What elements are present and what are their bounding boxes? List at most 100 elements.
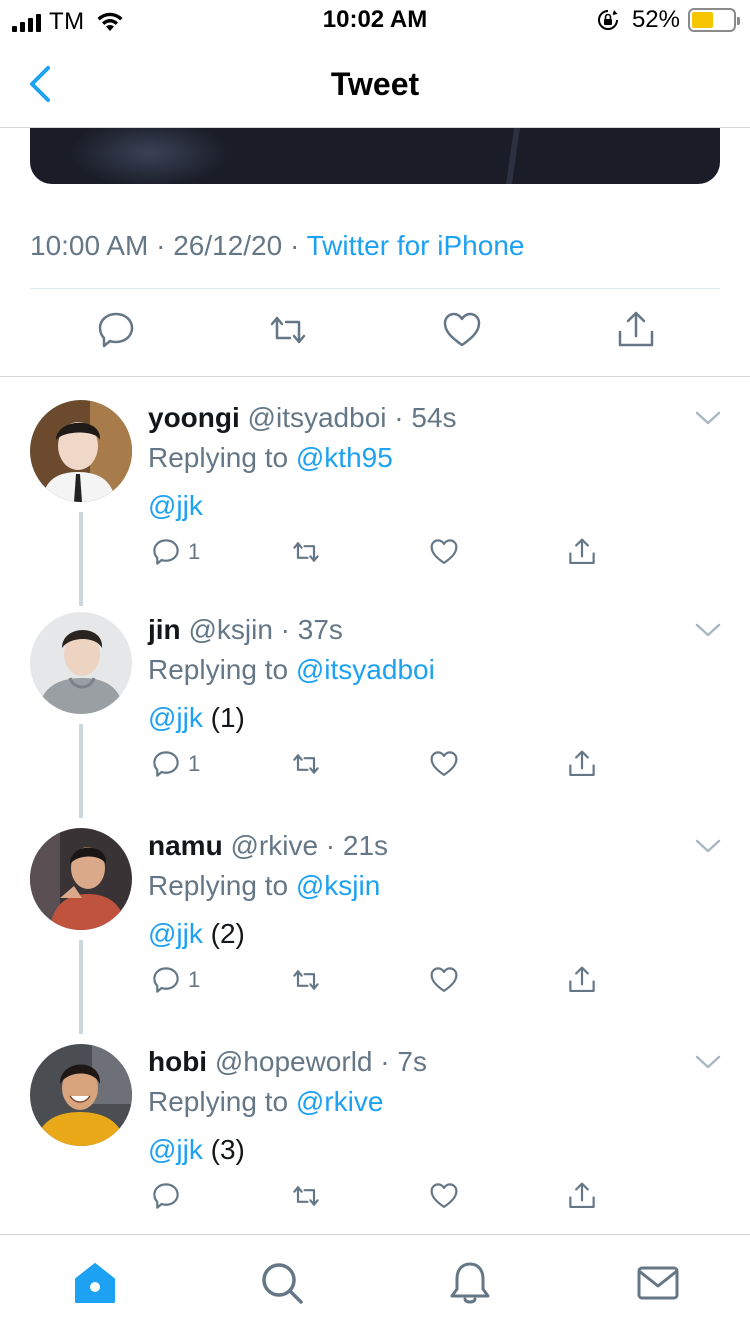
replying-to-link[interactable]: @rkive	[296, 1086, 384, 1117]
status-right: 52%	[596, 6, 740, 34]
like-icon[interactable]	[440, 308, 484, 352]
replying-to-link[interactable]: @ksjin	[296, 870, 380, 901]
share-icon	[569, 750, 595, 776]
battery-icon	[688, 8, 740, 32]
thread-line	[79, 724, 83, 818]
share-button[interactable]	[566, 962, 598, 998]
handle[interactable]: @itsyadboi	[248, 402, 387, 433]
share-button[interactable]	[566, 534, 598, 570]
share-icon[interactable]	[614, 308, 658, 352]
timestamp: 21s	[342, 830, 389, 861]
retweet-icon	[293, 754, 319, 774]
retweet-icon	[293, 970, 319, 990]
avatar[interactable]	[30, 612, 132, 714]
retweet-icon	[293, 1186, 319, 1206]
tweet-date: 26/12/20	[173, 230, 283, 261]
reply-button[interactable]: 1	[150, 746, 200, 782]
orientation-lock-icon	[597, 10, 618, 30]
reply-button[interactable]: 1	[150, 962, 200, 998]
reply-item[interactable]: jin @ksjin · 37s Replying to @itsyadboi …	[0, 612, 750, 828]
reply-item[interactable]: hobi @hopeworld · 7s Replying to @rkive …	[0, 1044, 750, 1260]
share-button[interactable]	[566, 746, 598, 782]
replying-prefix: Replying to	[148, 654, 289, 685]
like-button[interactable]	[428, 962, 460, 998]
reply-header: hobi @hopeworld · 7s	[148, 1046, 427, 1078]
share-icon	[569, 1182, 595, 1208]
reply-button[interactable]	[150, 1178, 188, 1214]
replying-to-link[interactable]: @itsyadboi	[296, 654, 435, 685]
handle[interactable]: @ksjin	[188, 614, 272, 645]
retweet-button[interactable]	[288, 1178, 324, 1214]
tweet-source-link[interactable]: Twitter for iPhone	[307, 230, 525, 261]
replying-prefix: Replying to	[148, 442, 289, 473]
like-icon	[430, 539, 458, 564]
avatar[interactable]	[30, 400, 132, 502]
chevron-down-icon[interactable]	[694, 408, 722, 428]
retweet-icon	[293, 542, 319, 562]
retweet-icon[interactable]	[266, 308, 310, 352]
reply-icon	[153, 1183, 179, 1209]
timestamp: 7s	[397, 1046, 427, 1077]
avatar[interactable]	[30, 1044, 132, 1146]
tweet-meta: 10:00 AM · 26/12/20 · Twitter for iPhone	[30, 230, 524, 262]
display-name[interactable]: yoongi	[148, 402, 240, 433]
handle[interactable]: @rkive	[230, 830, 318, 861]
dot-sep: ·	[386, 402, 412, 433]
battery-fill	[692, 12, 713, 28]
chevron-down-icon[interactable]	[694, 620, 722, 640]
reply-item[interactable]: yoongi @itsyadboi · 54s Replying to @kth…	[0, 400, 750, 616]
thread-line	[79, 512, 83, 606]
tweet-media[interactable]	[30, 128, 720, 184]
like-button[interactable]	[428, 746, 460, 782]
mention-link[interactable]: @jjk	[148, 918, 203, 949]
display-name[interactable]: jin	[148, 614, 181, 645]
messages-icon[interactable]	[634, 1259, 682, 1307]
dot-sep: ·	[272, 614, 298, 645]
reply-text: @jjk (1)	[148, 702, 245, 734]
reply-count: 1	[188, 539, 201, 564]
display-name[interactable]: hobi	[148, 1046, 207, 1077]
share-icon	[569, 538, 595, 564]
nav-bar: Tweet	[0, 40, 750, 128]
page-title: Tweet	[330, 66, 420, 102]
reply-text: @jjk	[148, 490, 203, 522]
reply-count: 1	[188, 751, 201, 776]
replying-to: Replying to @itsyadboi	[148, 654, 435, 686]
notifications-icon[interactable]	[446, 1259, 494, 1307]
mention-link[interactable]: @jjk	[148, 702, 203, 733]
retweet-button[interactable]	[288, 746, 324, 782]
handle[interactable]: @hopeworld	[215, 1046, 373, 1077]
reply-text: @jjk (2)	[148, 918, 245, 950]
reply-button[interactable]: 1	[150, 534, 200, 570]
avatar[interactable]	[30, 828, 132, 930]
replying-prefix: Replying to	[148, 870, 289, 901]
mention-link[interactable]: @jjk	[148, 490, 203, 521]
home-icon[interactable]	[71, 1259, 119, 1307]
timestamp: 54s	[411, 402, 457, 433]
replying-to-link[interactable]: @kth95	[296, 442, 393, 473]
tweet-time: 10:00 AM	[30, 230, 149, 261]
share-button[interactable]	[566, 1178, 598, 1214]
like-icon	[430, 967, 458, 992]
like-button[interactable]	[428, 1178, 460, 1214]
search-icon[interactable]	[258, 1259, 306, 1307]
reply-actions: 1	[148, 534, 708, 574]
retweet-button[interactable]	[288, 962, 324, 998]
display-name[interactable]: namu	[148, 830, 223, 861]
chevron-down-icon[interactable]	[694, 1052, 722, 1072]
reply-icon[interactable]	[94, 308, 138, 352]
dot-sep: ·	[318, 830, 343, 861]
reply-text: @jjk (3)	[148, 1134, 245, 1166]
reply-item[interactable]: namu @rkive · 21s Replying to @ksjin @jj…	[0, 828, 750, 1044]
battery-percent: 52%	[631, 6, 680, 33]
like-button[interactable]	[428, 534, 460, 570]
retweet-button[interactable]	[288, 534, 324, 570]
chevron-down-icon[interactable]	[694, 836, 722, 856]
reply-header: jin @ksjin · 37s	[148, 614, 343, 646]
reply-icon	[153, 751, 179, 777]
tab-bar	[0, 1234, 750, 1334]
reply-actions	[148, 1178, 708, 1218]
mention-link[interactable]: @jjk	[148, 1134, 203, 1165]
reply-actions: 1	[148, 746, 708, 786]
timestamp: 37s	[297, 614, 343, 645]
